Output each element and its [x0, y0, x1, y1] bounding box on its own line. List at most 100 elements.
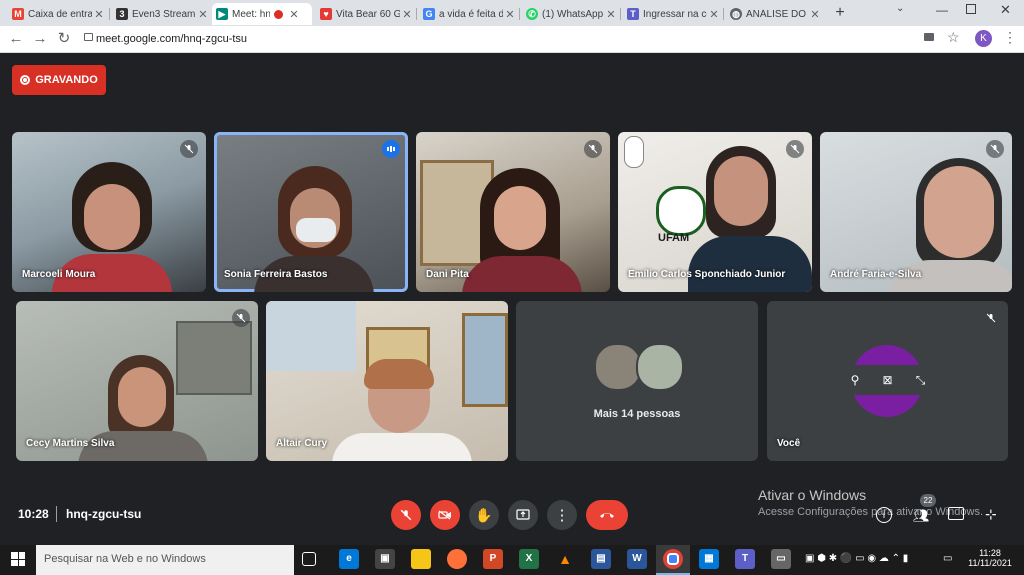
participant-name: Cecy Martins Silva: [26, 438, 115, 449]
clock-time: 11:28: [979, 548, 1001, 558]
minimize-tile-icon[interactable]: ⤡: [916, 373, 926, 388]
people-count-badge: 22: [920, 494, 936, 507]
participant-tile[interactable]: Dani Pita: [416, 132, 610, 292]
tab-teams[interactable]: T Ingressar na conversa ✕: [623, 3, 721, 25]
tab-analise[interactable]: ◍ ANÁLISE DO DISCURSO ✕: [726, 3, 822, 25]
powerpoint-icon[interactable]: P: [483, 549, 503, 569]
participant-avatar: [636, 343, 684, 391]
pin-icon[interactable]: ⚲: [851, 373, 860, 387]
excel-icon[interactable]: X: [519, 549, 539, 569]
new-tab-button[interactable]: +: [830, 3, 850, 23]
speaking-indicator-icon: [382, 140, 400, 158]
photos-icon[interactable]: ▦: [699, 549, 719, 569]
taskbar-search-box[interactable]: Pesquisar na Web e no Windows: [36, 545, 294, 575]
participant-tile[interactable]: André Faria-e-Silva: [820, 132, 1012, 292]
forward-button[interactable]: →: [30, 29, 50, 49]
tab-meet[interactable]: ▶ Meet: hnq-zgcu-tsu ✕: [212, 3, 312, 25]
menu-kebab-icon[interactable]: ⋮: [1003, 29, 1017, 46]
chrome-icon[interactable]: [663, 549, 683, 569]
tab-title: Meet: hnq-zgcu-tsu: [232, 8, 270, 20]
close-icon[interactable]: ✕: [707, 8, 721, 21]
people-icon[interactable]: 👥︎: [913, 508, 930, 524]
participant-tile[interactable]: Altair Cury: [266, 301, 508, 461]
tab-title: Ingressar na conversa: [643, 8, 707, 20]
profile-avatar[interactable]: K: [975, 30, 992, 47]
task-view-icon[interactable]: [302, 552, 316, 566]
app-icon[interactable]: ▭: [771, 549, 791, 569]
tab-search-chevron-icon[interactable]: ⌄: [896, 3, 904, 14]
meeting-code: hnq-zgcu-tsu: [66, 507, 142, 521]
participant-name: Sonia Ferreira Bastos: [224, 269, 328, 280]
participant-name: Altair Cury: [276, 438, 328, 449]
taskbar-clock[interactable]: 11:28 11/11/2021: [962, 548, 1018, 568]
participant-tile[interactable]: UFAM Emílio Carlos Sponchiado Junior: [618, 132, 812, 292]
even3-icon: 3: [116, 8, 128, 20]
participant-tile[interactable]: Marcoeli Moura: [12, 132, 206, 292]
close-icon[interactable]: ✕: [287, 8, 301, 21]
participant-body: [462, 256, 582, 292]
file-explorer-icon[interactable]: [411, 549, 431, 569]
frame-icon[interactable]: ⊠: [883, 373, 893, 387]
clock-date: 11/11/2021: [968, 558, 1012, 568]
close-icon[interactable]: ✕: [808, 8, 822, 21]
taskbar-search-placeholder: Pesquisar na Web e no Windows: [44, 553, 206, 565]
close-icon[interactable]: ✕: [604, 8, 618, 21]
minimize-button[interactable]: —: [936, 3, 948, 17]
meeting-details-icon[interactable]: i: [876, 507, 892, 523]
address-bar[interactable]: meet.google.com/hnq-zgcu-tsu: [96, 26, 247, 52]
chat-icon[interactable]: [948, 507, 964, 520]
leave-call-button[interactable]: [586, 500, 628, 530]
shop-icon: ♥: [320, 8, 332, 20]
tab-title: (1) WhatsApp: [542, 8, 604, 20]
gmail-icon: M: [12, 8, 24, 20]
vlc-icon[interactable]: ▲: [555, 549, 575, 569]
bookmark-star-icon[interactable]: ☆: [947, 29, 960, 46]
teams-icon: T: [627, 8, 639, 20]
edge-icon[interactable]: e: [339, 549, 359, 569]
store-icon[interactable]: ▣: [375, 549, 395, 569]
tab-whatsapp[interactable]: ✆ (1) WhatsApp ✕: [522, 3, 618, 25]
raise-hand-button[interactable]: ✋: [469, 500, 499, 530]
participant-name: Dani Pita: [426, 269, 469, 280]
tab-google[interactable]: G a vida é feita de ✕: [419, 3, 517, 25]
calculator-icon[interactable]: ▤: [591, 549, 611, 569]
tab-title: Caixa de entrada: [28, 8, 92, 20]
participant-tile[interactable]: Cecy Martins Silva: [16, 301, 258, 461]
windows-start-icon[interactable]: [11, 552, 25, 566]
mic-toggle-button[interactable]: [391, 500, 421, 530]
participant-body: [332, 433, 472, 461]
word-icon[interactable]: W: [627, 549, 647, 569]
self-tile[interactable]: ⚲ ⊠ ⤡ Você: [767, 301, 1008, 461]
present-screen-button[interactable]: [508, 500, 538, 530]
participant-name: André Faria-e-Silva: [830, 269, 922, 280]
camera-indicator-icon[interactable]: [924, 33, 934, 41]
more-people-label: Mais 14 pessoas: [593, 408, 681, 420]
more-options-button[interactable]: ⋮: [547, 500, 577, 530]
tab-divider: [416, 8, 417, 20]
activities-icon[interactable]: ⊹: [985, 506, 997, 523]
reload-button[interactable]: ↻: [54, 29, 74, 49]
back-button[interactable]: ←: [6, 29, 26, 49]
teams-taskbar-icon[interactable]: T: [735, 549, 755, 569]
restore-button[interactable]: [966, 4, 976, 14]
close-icon[interactable]: ✕: [196, 8, 210, 21]
activate-windows-title: Ativar o Windows: [758, 487, 867, 503]
tab-gmail[interactable]: M Caixa de entrada ✕: [8, 3, 106, 25]
notifications-icon[interactable]: ▭: [943, 553, 952, 564]
tab-shop[interactable]: ♥ Vita Bear 60 Gummies ✕: [316, 3, 414, 25]
system-tray-icons[interactable]: ▣ ⬢ ✱ ⚫ ▭ ◉ ☁ ⌃ ▮: [805, 553, 908, 564]
tab-divider: [723, 8, 724, 20]
record-icon: [20, 75, 31, 85]
close-icon[interactable]: ✕: [92, 8, 106, 21]
close-icon[interactable]: ✕: [503, 8, 517, 21]
camera-toggle-button[interactable]: [430, 500, 460, 530]
wall-painting: [462, 313, 508, 407]
close-icon[interactable]: ✕: [400, 8, 414, 21]
recording-badge: GRAVANDO: [12, 65, 106, 95]
meeting-time: 10:28: [18, 507, 49, 521]
tab-even3[interactable]: 3 Even3 Streaming ✕: [112, 3, 210, 25]
close-window-button[interactable]: ✕: [1000, 2, 1011, 18]
participant-tile-active-speaker[interactable]: Sonia Ferreira Bastos: [214, 132, 408, 292]
firefox-icon[interactable]: [447, 549, 467, 569]
more-participants-tile[interactable]: Mais 14 pessoas: [516, 301, 758, 461]
